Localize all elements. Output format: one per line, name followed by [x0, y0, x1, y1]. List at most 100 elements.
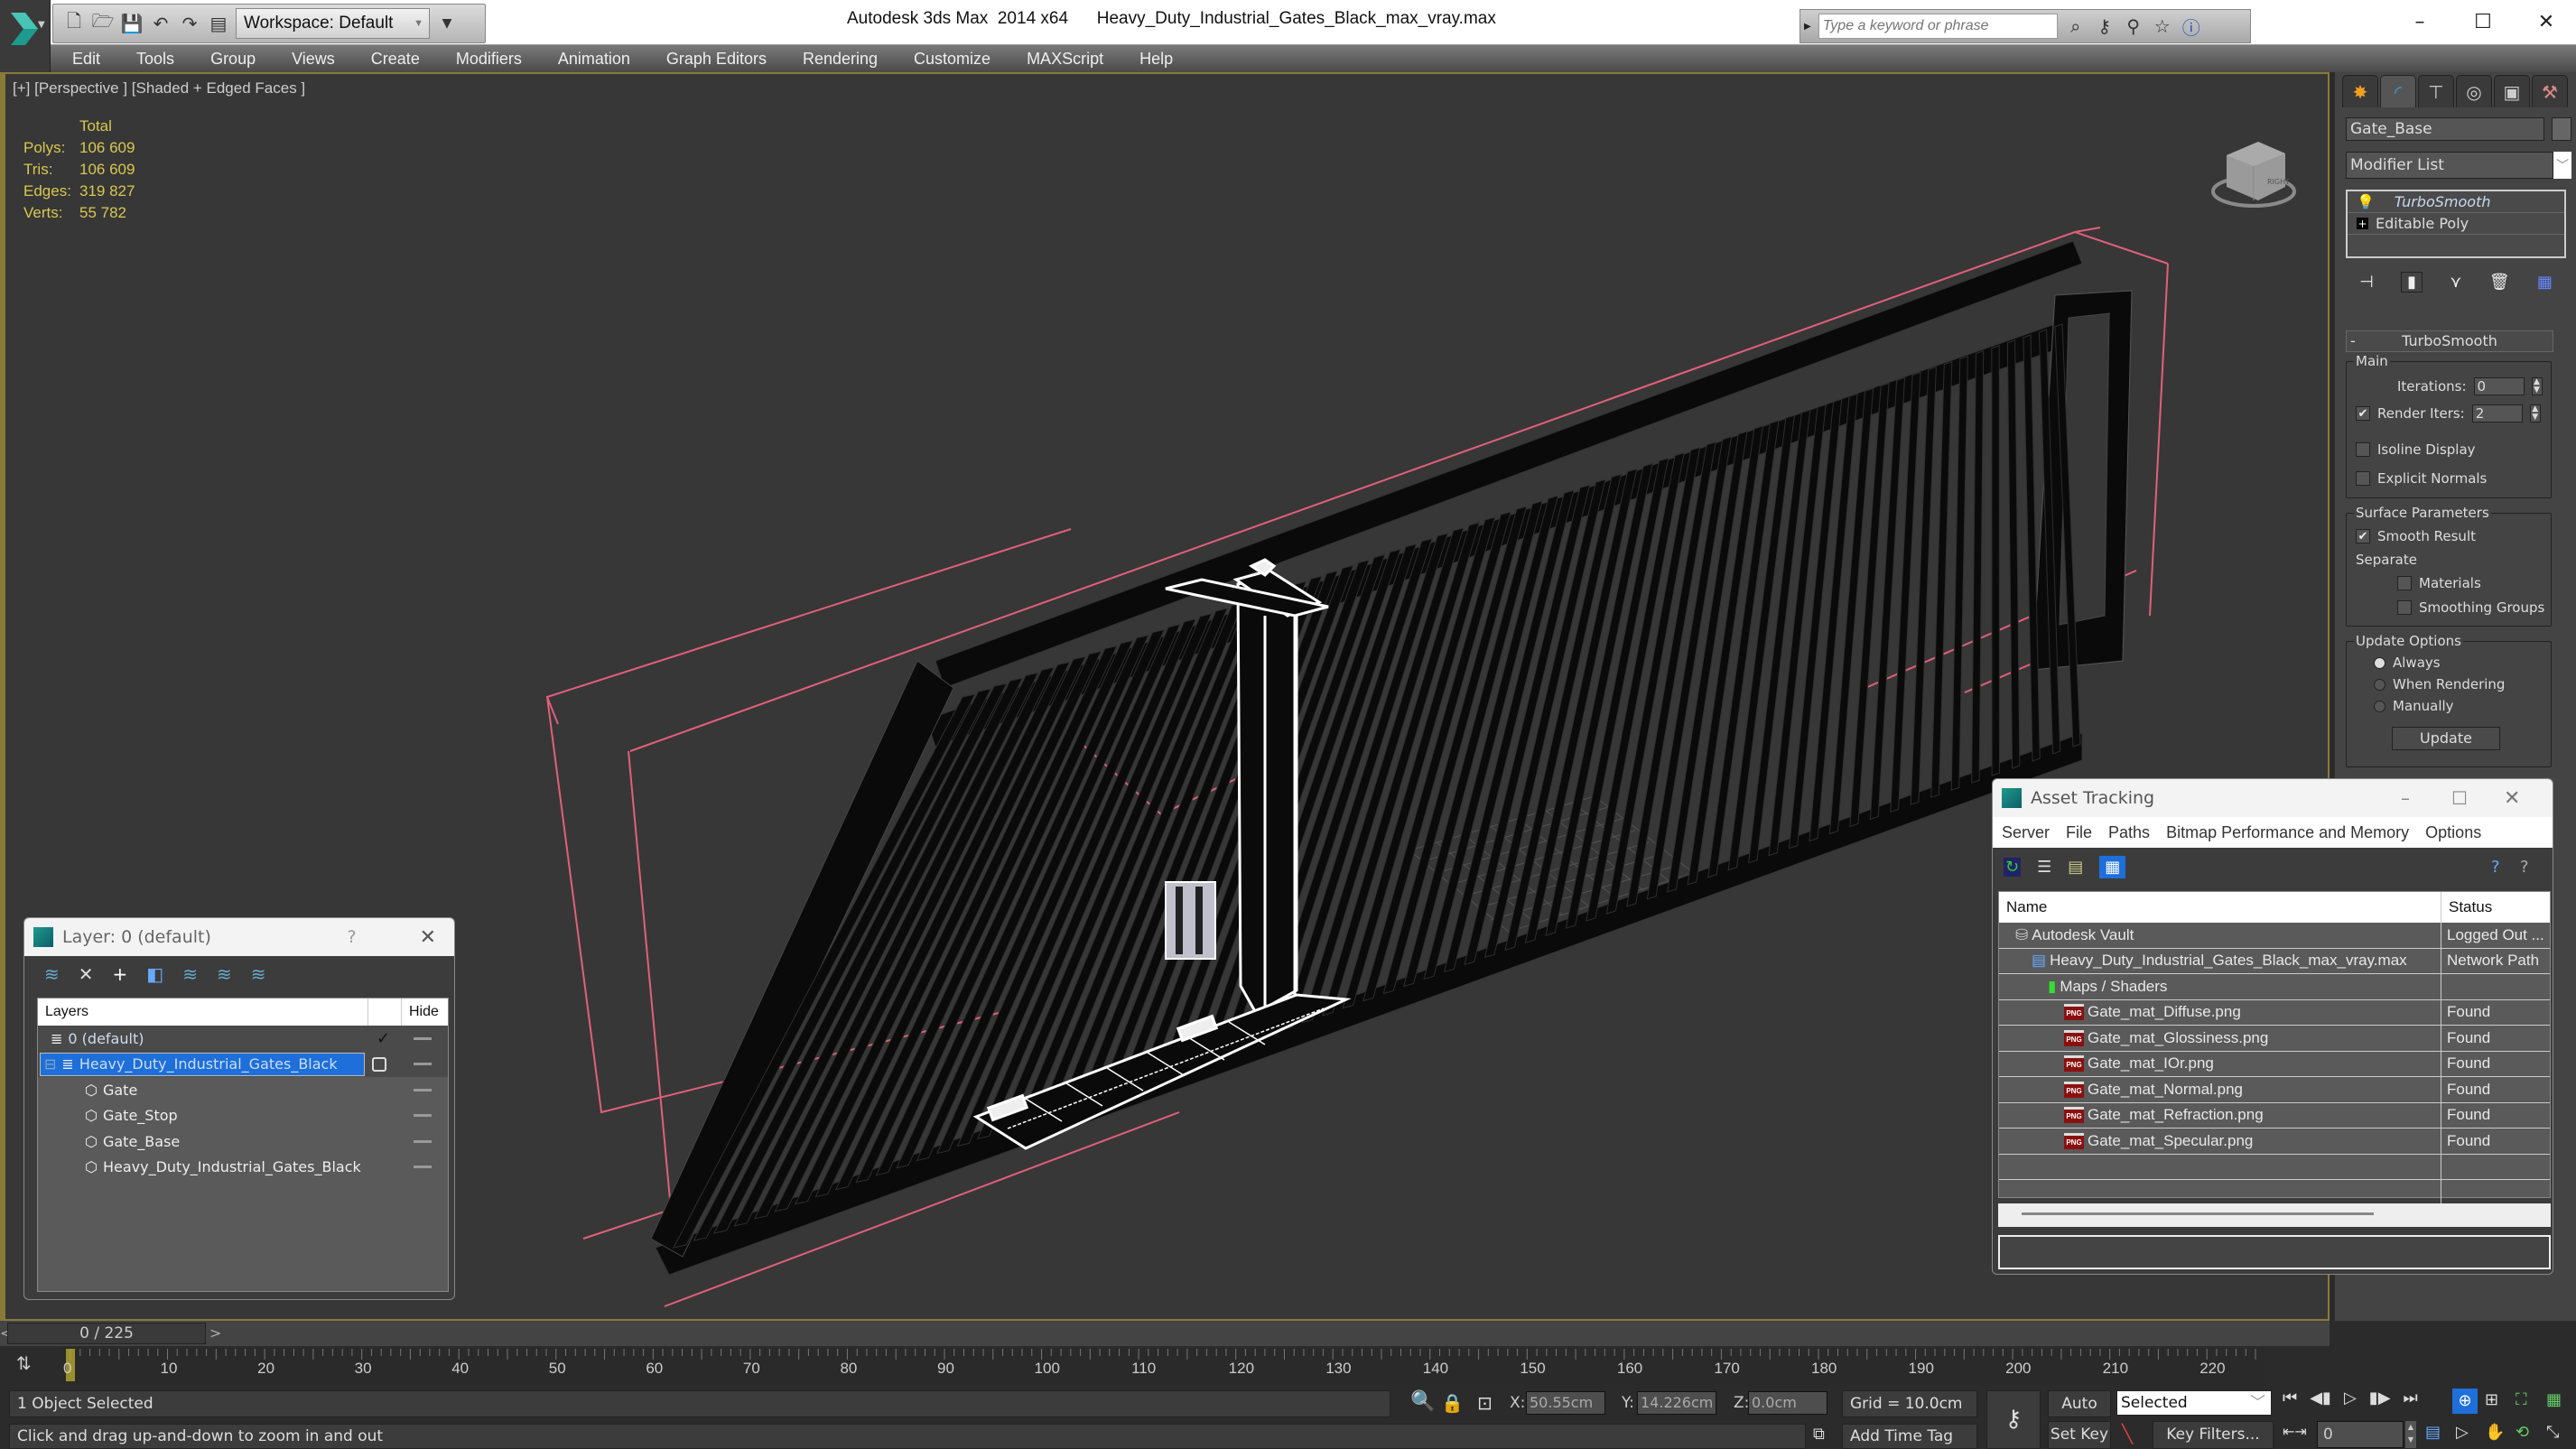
menu-maxscript[interactable]: MAXScript: [1009, 50, 1121, 69]
project-folder-icon[interactable]: ▤: [207, 12, 230, 35]
hide-toggle[interactable]: [414, 1036, 432, 1040]
menu-options[interactable]: Options: [2425, 823, 2481, 842]
save-icon[interactable]: 💾: [120, 12, 144, 35]
binoculars-icon[interactable]: ⌕: [2065, 15, 2087, 37]
key-icon[interactable]: ⚷: [2094, 15, 2116, 37]
menu-rendering[interactable]: Rendering: [785, 50, 896, 69]
zoom-extents-icon[interactable]: ⛶: [2516, 1390, 2527, 1409]
layer-row[interactable]: ⬡ Gate_Stop: [38, 1103, 448, 1129]
object-color-swatch[interactable]: [2552, 117, 2571, 141]
minimize-button[interactable]: –: [2393, 5, 2447, 38]
render-iters-spinner[interactable]: 2: [2471, 404, 2523, 423]
asset-row[interactable]: ▮ Maps / Shaders: [1999, 974, 2550, 1000]
previous-frame-icon[interactable]: ◀▮: [2310, 1389, 2331, 1407]
new-file-icon[interactable]: 🗋: [62, 10, 86, 35]
maximize-button[interactable]: ☐: [2451, 787, 2468, 809]
current-frame-field[interactable]: 0: [2317, 1421, 2404, 1448]
menu-tools[interactable]: Tools: [118, 50, 192, 69]
hide-toggle[interactable]: [414, 1088, 432, 1091]
layer-row[interactable]: ⬡ Heavy_Duty_Industrial_Gates_Black: [38, 1155, 448, 1181]
object-name-field[interactable]: Gate_Base: [2346, 117, 2544, 141]
make-unique-icon[interactable]: ⋎: [2450, 273, 2461, 292]
hierarchy-tab[interactable]: ⊤: [2418, 75, 2454, 107]
utilities-tab[interactable]: ⚒: [2532, 75, 2568, 107]
pan-view-icon[interactable]: ✋: [2485, 1423, 2505, 1442]
menu-edit[interactable]: Edit: [51, 50, 118, 69]
menu-views[interactable]: Views: [274, 50, 353, 69]
hide-toggle[interactable]: [414, 1166, 432, 1169]
remove-modifier-icon[interactable]: 🗑: [2489, 273, 2510, 292]
play-icon[interactable]: ▷: [2344, 1389, 2357, 1407]
asset-row[interactable]: PNG Gate_mat_Refraction.png Found: [1999, 1102, 2550, 1129]
help-icon[interactable]: ⓘ: [2181, 14, 2202, 40]
smooth-result-checkbox[interactable]: ✔: [2356, 529, 2370, 543]
asset-window-titlebar[interactable]: Asset Tracking – ☐ ✕: [1993, 779, 2553, 817]
refresh-icon[interactable]: ↻: [2004, 857, 2022, 877]
list-view-icon[interactable]: ☰: [2037, 858, 2051, 877]
help-button[interactable]: ?: [347, 927, 356, 947]
undo-icon[interactable]: ↶: [149, 12, 172, 35]
key-filters-button[interactable]: Key Filters...: [2153, 1421, 2274, 1449]
key-mode-toggle-icon[interactable]: ⇤⇥: [2283, 1423, 2307, 1440]
track-bar[interactable]: 0 10 20 30 40 50 60 70 80 90 100 110 120 130 140 150 160…: [61, 1347, 2264, 1385]
motion-tab[interactable]: ◎: [2456, 75, 2492, 107]
configure-modifier-sets-icon[interactable]: ▦: [2537, 273, 2553, 292]
select-objects-icon[interactable]: ◧: [146, 963, 163, 985]
zoom-extents-all-icon[interactable]: ▦: [2546, 1390, 2562, 1409]
x-coordinate-field[interactable]: 50.55cm: [1526, 1391, 1605, 1415]
key-mode-toggle-icon[interactable]: ╲: [2122, 1423, 2133, 1444]
maximize-viewport-icon[interactable]: ⤡: [2546, 1423, 2559, 1442]
iterations-spinner[interactable]: 0: [2473, 377, 2525, 395]
layer-row[interactable]: ⬡ Gate_Base: [38, 1129, 448, 1155]
star-icon[interactable]: ☆: [2152, 15, 2173, 37]
stack-item-turbosmooth[interactable]: 💡 TurboSmooth: [2348, 191, 2564, 213]
layer-row[interactable]: ⊟ ≣ Heavy_Duty_Industrial_Gates_Black: [38, 1051, 448, 1077]
asset-row[interactable]: PNG Gate_mat_Specular.png Found: [1999, 1129, 2550, 1155]
auto-key-button[interactable]: Auto Key: [2048, 1390, 2111, 1438]
collapse-icon[interactable]: ⊟: [44, 1055, 56, 1073]
hide-toggle[interactable]: [414, 1139, 432, 1143]
time-configuration-icon[interactable]: ▤: [2425, 1423, 2441, 1442]
z-coordinate-field[interactable]: 0.0cm: [1748, 1391, 1827, 1415]
col-layers[interactable]: Layers: [38, 1004, 367, 1020]
delete-layer-icon[interactable]: ✕: [79, 963, 94, 985]
layer-row[interactable]: ≣ 0 (default) ✓: [38, 1026, 448, 1052]
radio-always[interactable]: [2374, 656, 2385, 669]
show-end-result-icon[interactable]: ▮: [2401, 271, 2423, 293]
close-button[interactable]: ✕: [2504, 787, 2520, 810]
radio-when-rendering[interactable]: [2374, 678, 2385, 691]
absolute-mode-icon[interactable]: ⊡: [1477, 1392, 1493, 1414]
time-slider-thumb[interactable]: 0 / 225: [7, 1323, 206, 1344]
spinner-arrows-icon[interactable]: ▲ ▼: [2531, 377, 2543, 395]
smoothing-groups-checkbox[interactable]: [2397, 600, 2412, 615]
scrollbar-thumb[interactable]: [2022, 1212, 2374, 1215]
turbosmooth-rollout-header[interactable]: - TurboSmooth: [2346, 330, 2553, 352]
field-of-view-icon[interactable]: ▷: [2456, 1423, 2469, 1442]
make-current-checkbox[interactable]: [372, 1056, 386, 1072]
render-iters-checkbox[interactable]: ✔: [2356, 406, 2370, 421]
lock-selection-icon[interactable]: 🔒: [1441, 1392, 1464, 1414]
go-to-end-icon[interactable]: ⏭: [2404, 1389, 2418, 1407]
asset-row[interactable]: PNG Gate_mat_Diffuse.png Found: [1999, 999, 2550, 1026]
detail-view-icon[interactable]: ▤: [2068, 858, 2083, 877]
zoom-icon[interactable]: ⊕: [2452, 1389, 2478, 1414]
update-button[interactable]: Update: [2392, 727, 2500, 750]
expand-plus-icon[interactable]: +: [2357, 218, 2368, 230]
next-frame-icon[interactable]: ▮▶: [2369, 1389, 2391, 1407]
menu-paths[interactable]: Paths: [2108, 823, 2150, 842]
asset-row[interactable]: ⛁ Autodesk Vault Logged Out ...: [1999, 923, 2550, 949]
menu-graph-editors[interactable]: Graph Editors: [648, 50, 785, 69]
menu-modifiers[interactable]: Modifiers: [438, 50, 540, 69]
display-tab[interactable]: ▣: [2494, 75, 2530, 107]
isoline-display-checkbox[interactable]: [2356, 442, 2370, 457]
viewcube[interactable]: RIGHT: [2211, 142, 2296, 208]
viewport-label[interactable]: [+] [Perspective ] [Shaded + Edged Faces…: [13, 79, 305, 98]
close-button[interactable]: ✕: [2519, 5, 2573, 38]
modifier-list-dropdown[interactable]: Modifier List: [2346, 152, 2553, 179]
asset-row[interactable]: PNG Gate_mat_IOr.png Found: [1999, 1051, 2550, 1077]
isolate-selection-icon[interactable]: 🔍: [1410, 1390, 1435, 1413]
col-hide[interactable]: Hide: [401, 999, 439, 1026]
go-to-start-icon[interactable]: ⏮: [2283, 1389, 2297, 1407]
satellite-icon[interactable]: ⚲: [2123, 15, 2144, 37]
layer-window-titlebar[interactable]: Layer: 0 (default) ? ✕: [24, 918, 454, 956]
